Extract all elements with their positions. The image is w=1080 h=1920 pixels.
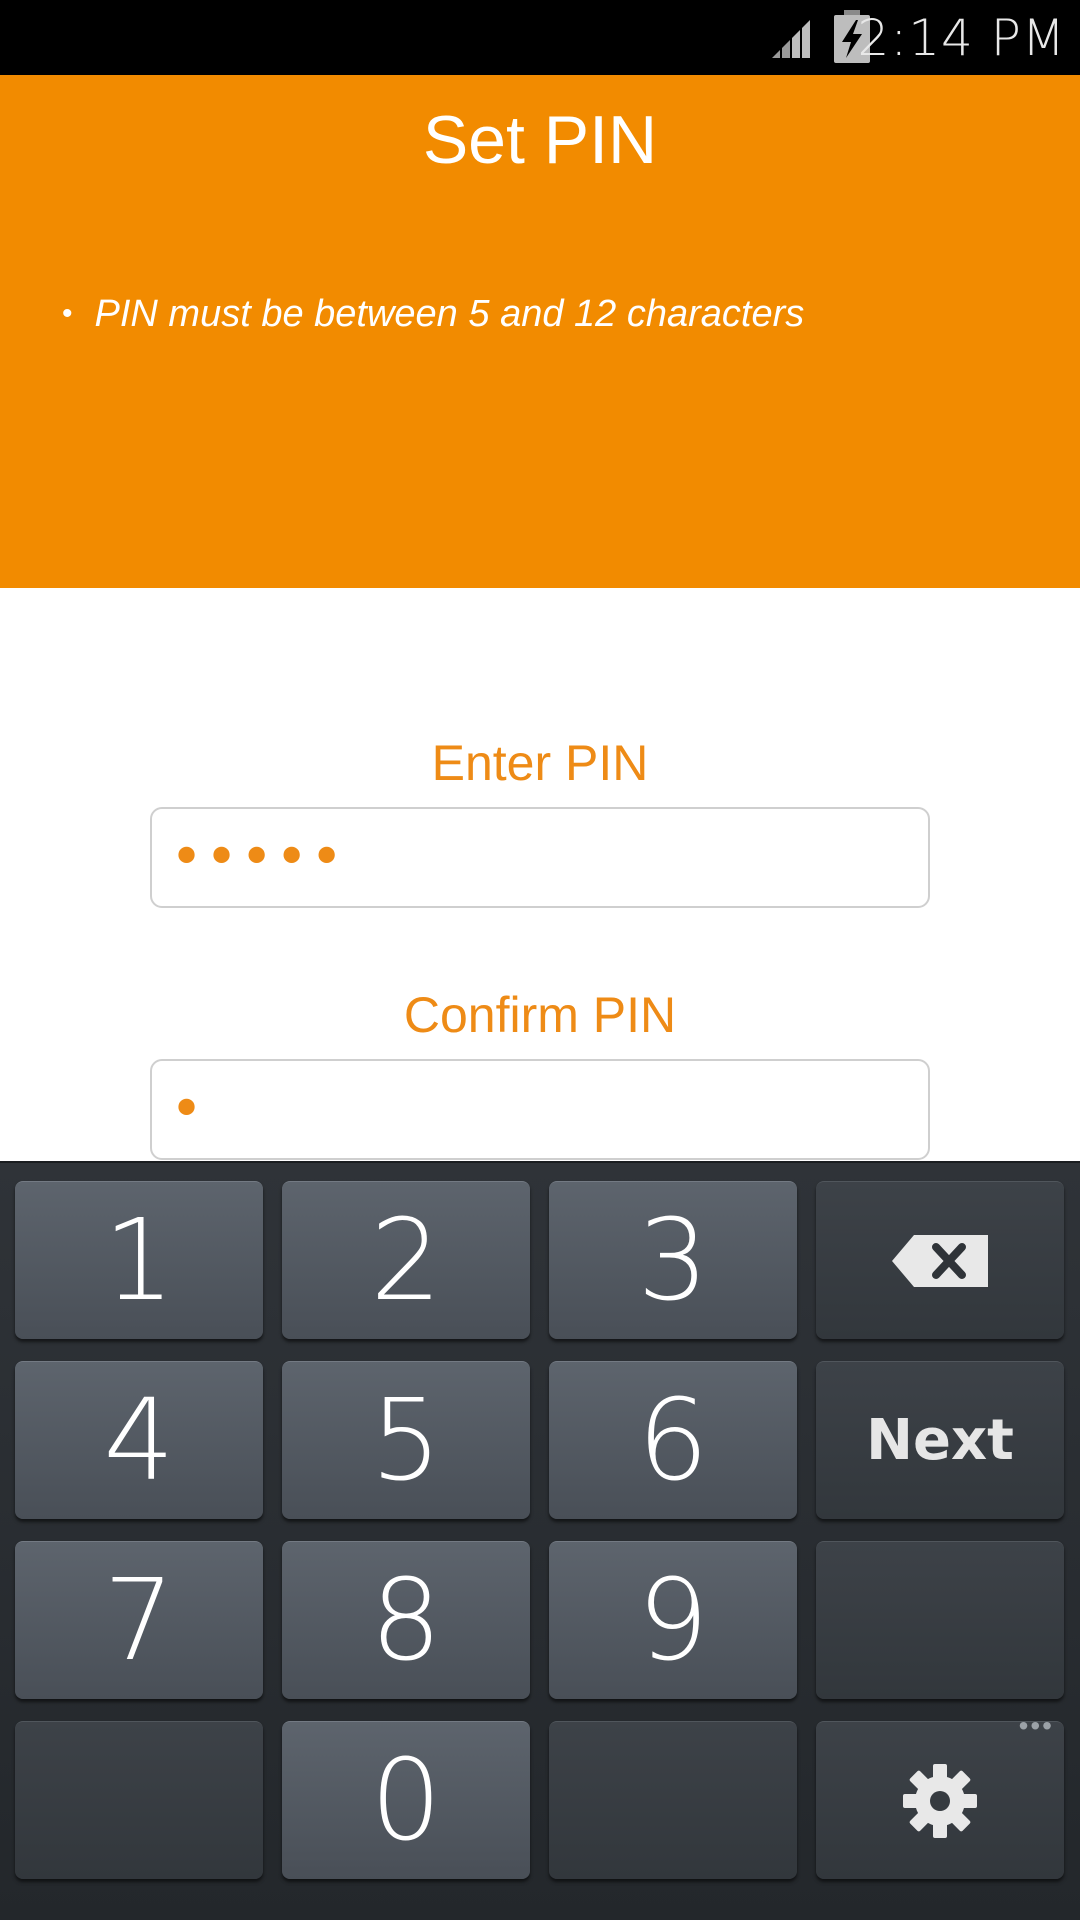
enter-pin-input[interactable]: ••••• (150, 807, 930, 908)
key-6-label: 6 (637, 1375, 709, 1506)
confirm-pin-value: • (170, 1076, 206, 1142)
status-time: 2:14 PM (857, 9, 1066, 67)
enter-pin-label: Enter PIN (431, 735, 649, 791)
blank-key[interactable] (549, 1721, 797, 1879)
blank-key[interactable] (816, 1541, 1064, 1699)
key-2[interactable]: 2 (282, 1181, 530, 1339)
backspace-key[interactable] (816, 1181, 1064, 1339)
key-3-label: 3 (637, 1195, 709, 1326)
settings-key[interactable]: ••• (816, 1710, 1064, 1879)
signal-icon (772, 20, 810, 58)
key-8[interactable]: 8 (282, 1541, 530, 1699)
gear-icon (903, 1763, 977, 1838)
key-4-label: 4 (103, 1375, 175, 1506)
key-9[interactable]: 9 (549, 1541, 797, 1699)
key-5[interactable]: 5 (282, 1361, 530, 1519)
key-7-label: 7 (103, 1555, 175, 1686)
key-0[interactable]: 0 (282, 1721, 530, 1879)
key-2-label: 2 (370, 1195, 442, 1326)
numeric-keypad: 1 2 3 4 5 6 Next 7 8 9 0 ••• (0, 1161, 1080, 1920)
key-7[interactable]: 7 (15, 1541, 263, 1699)
confirm-pin-label: Confirm PIN (403, 987, 677, 1043)
key-0-label: 0 (370, 1735, 442, 1866)
key-5-label: 5 (370, 1375, 442, 1506)
status-bar: 2:14 PM (0, 0, 1080, 75)
page-title: Set PIN (422, 102, 658, 178)
key-1[interactable]: 1 (15, 1181, 263, 1339)
backspace-icon (892, 1234, 988, 1287)
key-4[interactable]: 4 (15, 1361, 263, 1519)
pin-requirement-text: PIN must be between 5 and 12 characters (94, 293, 805, 335)
blank-key[interactable] (15, 1721, 263, 1879)
next-key[interactable]: Next (816, 1361, 1064, 1519)
enter-pin-value: ••••• (170, 824, 346, 890)
key-8-label: 8 (370, 1555, 442, 1686)
confirm-pin-input[interactable]: • (150, 1059, 930, 1160)
next-key-label: Next (866, 1408, 1014, 1473)
key-9-label: 9 (637, 1555, 709, 1686)
key-1-label: 1 (103, 1195, 175, 1326)
more-options-indicator: ••• (1018, 1710, 1054, 1741)
pin-requirement: • PIN must be between 5 and 12 characters (62, 289, 804, 339)
key-3[interactable]: 3 (549, 1181, 797, 1339)
key-6[interactable]: 6 (549, 1361, 797, 1519)
pin-header: Set PIN • PIN must be between 5 and 12 ch… (0, 75, 1080, 588)
bullet: • (62, 297, 73, 330)
